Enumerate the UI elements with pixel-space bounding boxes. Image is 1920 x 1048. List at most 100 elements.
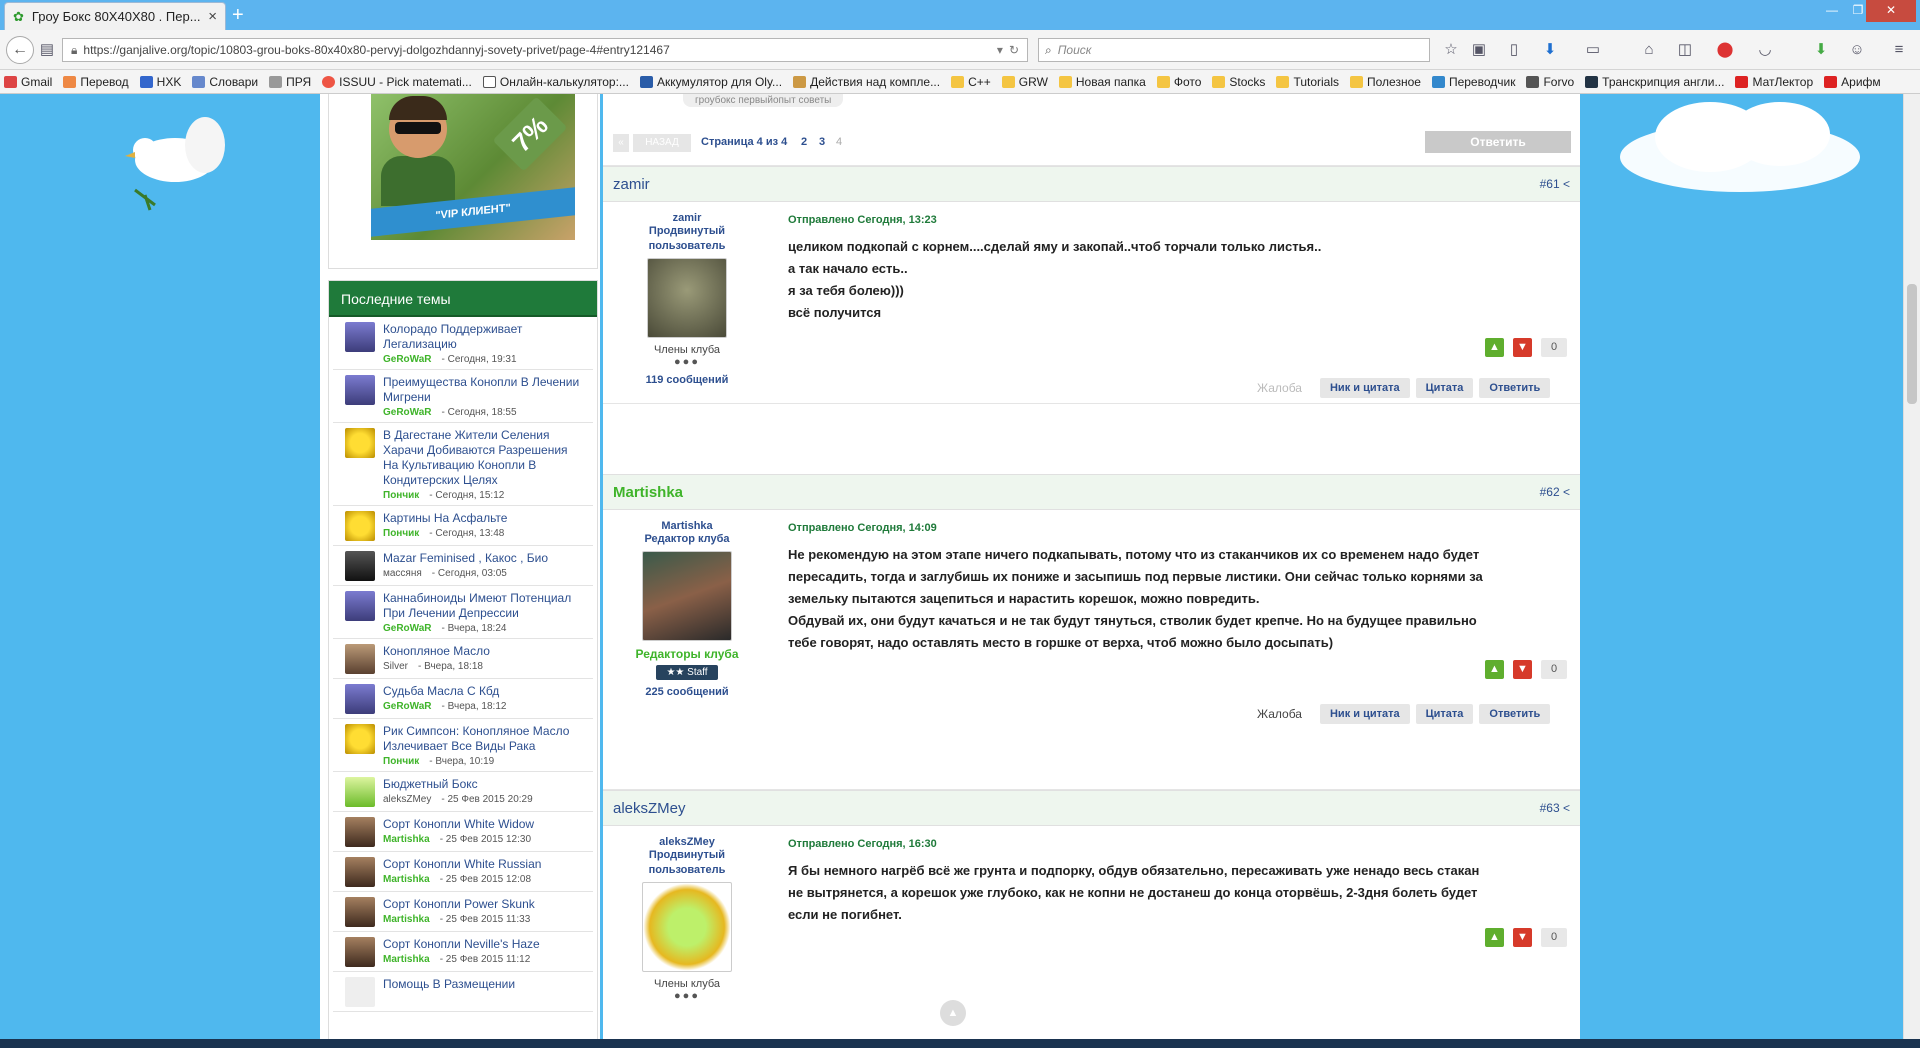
adblock-icon[interactable]: ⬤	[1716, 41, 1734, 59]
upvote-icon[interactable]: ▲	[1485, 660, 1504, 679]
page-scrollbar[interactable]	[1903, 94, 1920, 1039]
sync-icon[interactable]: ◫	[1676, 41, 1694, 59]
bookmark-dictionaries[interactable]: Словари	[192, 75, 258, 89]
reply-button[interactable]: Ответить	[1425, 131, 1571, 153]
topic-author[interactable]: aleksZMey	[383, 794, 431, 805]
bookmark-translator[interactable]: Переводчик	[1431, 75, 1515, 89]
topic-item[interactable]: Картины На Асфальте Пончик - Сегодня, 13:4…	[333, 506, 593, 546]
bookmark-prya[interactable]: ПРЯ	[269, 75, 311, 89]
bookmark-new-folder[interactable]: Новая папка	[1058, 75, 1146, 89]
downvote-icon[interactable]: ▼	[1513, 660, 1532, 679]
bookmark-useful[interactable]: Полезное	[1350, 75, 1421, 89]
bookmark-hxk[interactable]: HXK	[139, 75, 181, 89]
post-number[interactable]: #63 <	[1540, 801, 1570, 815]
author-name[interactable]: zamir	[623, 212, 751, 224]
topic-author[interactable]: GeRoWaR	[383, 407, 432, 418]
topic-title[interactable]: Сорт Конопли White Widow	[383, 817, 583, 832]
author-avatar[interactable]	[642, 551, 732, 641]
bookmark-translate[interactable]: Перевод	[63, 75, 129, 89]
bookmark-star-icon[interactable]: ☆	[1442, 41, 1460, 59]
address-bar[interactable]: 🔒︎ https://ganjalive.org/topic/10803-gro…	[62, 38, 1028, 62]
topic-title[interactable]: Mazar Feminised , Какос , Био	[383, 551, 583, 566]
topic-author[interactable]: GeRoWaR	[383, 623, 432, 634]
scroll-to-top-button[interactable]: ▲	[940, 1000, 966, 1026]
dropdown-icon[interactable]: ▾	[997, 43, 1003, 57]
back-button[interactable]: ←	[6, 36, 34, 64]
topic-title[interactable]: Сорт Конопли Neville's Haze	[383, 937, 583, 952]
bookmark-forvo[interactable]: Forvo	[1526, 75, 1574, 89]
topic-title[interactable]: Судьба Масла С Кбд	[383, 684, 583, 699]
upvote-icon[interactable]: ▲	[1485, 928, 1504, 947]
post-number[interactable]: #62 <	[1540, 485, 1570, 499]
topic-item[interactable]: Помощь В Размещении	[333, 972, 593, 1012]
bookmark-issuu[interactable]: ISSUU - Pick matemati...	[322, 75, 472, 89]
first-page-button[interactable]: «	[613, 134, 629, 152]
post-author[interactable]: Martishka	[613, 484, 683, 501]
post-count[interactable]: 225 сообщений	[623, 686, 751, 698]
topic-author[interactable]: Пончик	[383, 756, 419, 767]
topic-author[interactable]: Пончик	[383, 528, 419, 539]
topic-author[interactable]: Martishka	[383, 914, 430, 925]
topic-title[interactable]: Сорт Конопли Power Skunk	[383, 897, 583, 912]
page-layout-icon[interactable]: ▤	[38, 41, 56, 59]
topic-author[interactable]: массяня	[383, 568, 422, 579]
topic-author[interactable]: Martishka	[383, 874, 430, 885]
reader-icon[interactable]: ▯	[1505, 41, 1523, 59]
new-tab-button[interactable]: +	[232, 4, 244, 26]
reply-post-button[interactable]: Ответить	[1479, 704, 1551, 724]
download-icon[interactable]: ⬇	[1541, 41, 1559, 59]
topic-title[interactable]: Конопляное Масло	[383, 644, 583, 659]
bookmark-cpp[interactable]: C++	[951, 75, 991, 89]
share-icon[interactable]: <	[1563, 485, 1570, 499]
quote-button[interactable]: Цитата	[1415, 378, 1474, 398]
downvote-icon[interactable]: ▼	[1513, 928, 1532, 947]
menu-icon[interactable]: ≡	[1890, 41, 1908, 59]
author-avatar[interactable]	[647, 258, 727, 338]
report-link[interactable]: Жалоба	[1257, 707, 1302, 721]
bookmark-transcription[interactable]: Транскрипция англи...	[1585, 75, 1724, 89]
topic-title[interactable]: Каннабиноиды Имеют Потенциал При Лечении…	[383, 591, 583, 621]
topic-title[interactable]: В Дагестане Жители Селения Харачи Добива…	[383, 428, 583, 488]
page-link-3[interactable]: 3	[819, 136, 825, 148]
home-icon[interactable]: ⌂	[1640, 41, 1658, 59]
topic-item[interactable]: Сорт Конопли White Widow Martishka - 25 Фе…	[333, 812, 593, 852]
topic-item[interactable]: Судьба Масла С Кбд GeRoWaR - Вчера, 18:12	[333, 679, 593, 719]
topic-item[interactable]: Рик Симпсон: Конопляное Масло Излечивает…	[333, 719, 593, 772]
bookmark-battery[interactable]: Аккумулятор для Oly...	[639, 75, 782, 89]
bookmark-stocks[interactable]: Stocks	[1212, 75, 1265, 89]
topic-item[interactable]: В Дагестане Жители Селения Харачи Добива…	[333, 423, 593, 506]
topic-author[interactable]: Martishka	[383, 954, 430, 965]
reply-post-button[interactable]: Ответить	[1479, 378, 1551, 398]
topic-author[interactable]: Пончик	[383, 490, 419, 501]
topic-author[interactable]: GeRoWaR	[383, 354, 432, 365]
upvote-icon[interactable]: ▲	[1485, 338, 1504, 357]
topic-item[interactable]: Сорт Конопли White Russian Martishka - 25 …	[333, 852, 593, 892]
tags-label[interactable]: гроубокс первыйопыт советы	[683, 94, 844, 107]
topic-item[interactable]: Преимущества Конопли В Лечении Мигрени Ge…	[333, 370, 593, 423]
author-name[interactable]: aleksZMey	[623, 836, 751, 848]
nick-quote-button[interactable]: Ник и цитата	[1319, 704, 1410, 724]
page-link-2[interactable]: 2	[801, 136, 807, 148]
share-icon[interactable]: <	[1563, 177, 1570, 191]
topic-author[interactable]: Silver	[383, 661, 408, 672]
bookmark-grw[interactable]: GRW	[1001, 75, 1048, 89]
post-author[interactable]: zamir	[613, 176, 650, 193]
downvote-icon[interactable]: ▼	[1513, 338, 1532, 357]
quote-button[interactable]: Цитата	[1415, 704, 1474, 724]
report-link[interactable]: Жалоба	[1257, 381, 1302, 395]
topic-author[interactable]: GeRoWaR	[383, 701, 432, 712]
prev-page-button[interactable]: НАЗАД	[633, 134, 691, 152]
author-avatar[interactable]	[642, 882, 732, 972]
share-icon[interactable]: <	[1563, 801, 1570, 815]
chat-icon[interactable]: ☺	[1848, 41, 1866, 59]
topic-title[interactable]: Бюджетный Бокс	[383, 777, 583, 792]
topic-title[interactable]: Помощь В Размещении	[383, 977, 583, 992]
reload-icon[interactable]: ↻	[1009, 43, 1019, 57]
bookmarks-list-icon[interactable]: ▣	[1470, 41, 1488, 59]
sidebar-icon[interactable]: ▭	[1584, 41, 1602, 59]
post-count[interactable]: 119 сообщений	[623, 374, 751, 386]
topic-item[interactable]: Сорт Конопли Neville's Haze Martishka - 25…	[333, 932, 593, 972]
topic-item[interactable]: Колорадо Поддерживает Легализацию GeRoWaR…	[333, 317, 593, 370]
bookmark-calculator[interactable]: Онлайн-калькулятор:...	[482, 75, 629, 89]
topic-title[interactable]: Рик Симпсон: Конопляное Масло Излечивает…	[383, 724, 583, 754]
